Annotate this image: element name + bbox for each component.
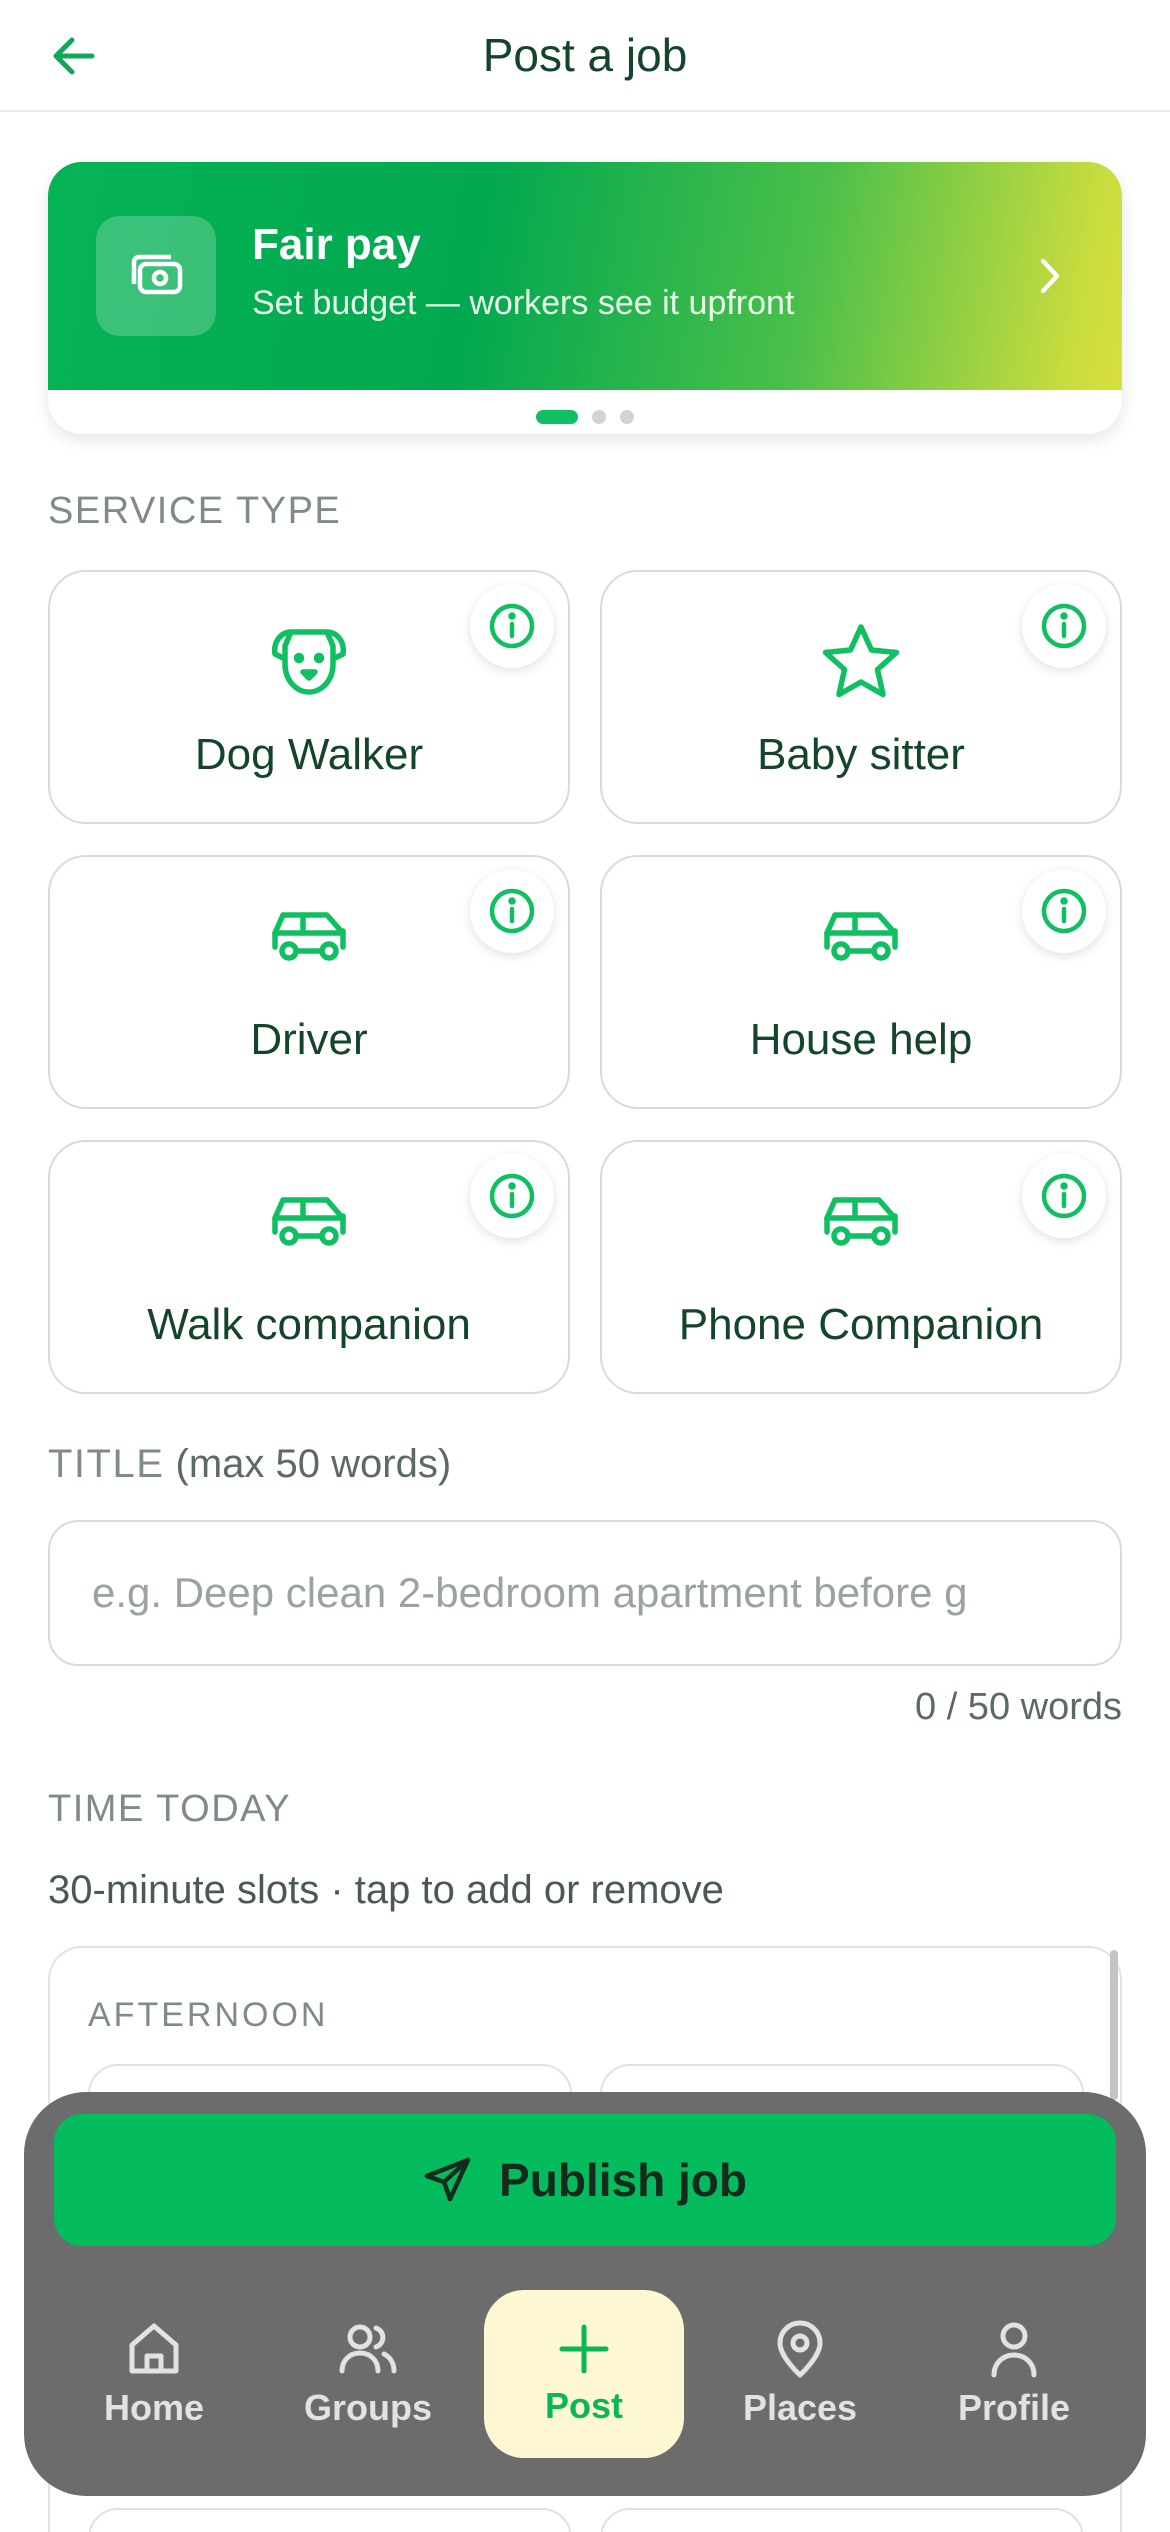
service-option-dog-walker[interactable]: Dog Walker	[48, 570, 570, 824]
title-label-hint: (max 50 words)	[175, 1442, 452, 1486]
service-label: Driver	[250, 1015, 368, 1064]
slot-group-title: AFTERNOON	[88, 1996, 329, 2034]
service-label: Walk companion	[147, 1300, 471, 1349]
nav-item-label: Home	[103, 2387, 205, 2428]
promo-carousel[interactable]: Fair pay Set budget — workers see it upf…	[48, 162, 1122, 434]
info-button[interactable]	[470, 869, 554, 953]
nav-item-home[interactable]: Home	[54, 2290, 254, 2458]
map-pin-icon	[777, 2320, 823, 2378]
chevron-right-icon[interactable]	[1030, 254, 1070, 298]
groups-icon	[339, 2324, 397, 2374]
service-label: Baby sitter	[757, 730, 965, 779]
title-label-text: TITLE	[48, 1442, 165, 1486]
carousel-dot-active[interactable]	[536, 410, 578, 424]
info-icon	[489, 603, 535, 649]
app-header: Post a job	[0, 0, 1170, 112]
nav-item-label: Places	[742, 2387, 858, 2428]
carousel-dot[interactable]	[620, 410, 634, 424]
info-button[interactable]	[1022, 869, 1106, 953]
title-input[interactable]	[48, 1520, 1122, 1666]
service-label: House help	[749, 1015, 973, 1064]
info-icon	[1041, 1173, 1087, 1219]
time-today-subtitle: 30-minute slots · tap to add or remove	[48, 1868, 724, 1912]
service-option-house-help[interactable]: House help	[600, 855, 1122, 1109]
info-button[interactable]	[1022, 1154, 1106, 1238]
info-button[interactable]	[470, 1154, 554, 1238]
bottom-nav: Home Groups Post Places Profile	[24, 2290, 1146, 2458]
nav-item-groups[interactable]: Groups	[268, 2290, 468, 2458]
page-title: Post a job	[482, 29, 688, 81]
info-icon	[1041, 888, 1087, 934]
word-counter: 0 / 50 words	[915, 1686, 1122, 1728]
info-icon	[489, 1173, 535, 1219]
service-option-walk-companion[interactable]: Walk companion	[48, 1140, 570, 1394]
nav-item-label: Post	[544, 2385, 623, 2426]
nav-item-places[interactable]: Places	[700, 2290, 900, 2458]
nav-item-post[interactable]: Post	[484, 2290, 684, 2458]
publish-job-button[interactable]: Publish job	[54, 2114, 1116, 2246]
banner-title: Fair pay	[252, 220, 421, 269]
info-button[interactable]	[470, 584, 554, 668]
nav-item-profile[interactable]: Profile	[914, 2290, 1114, 2458]
info-icon	[1041, 603, 1087, 649]
user-icon	[991, 2322, 1037, 2378]
publish-job-label: Publish job	[499, 2154, 747, 2206]
info-button[interactable]	[1022, 584, 1106, 668]
home-icon	[129, 2323, 179, 2374]
plus-icon	[559, 2324, 609, 2374]
carousel-dots	[48, 410, 1122, 424]
bottom-action-panel: Publish job Home Groups Post Places Prof…	[24, 2092, 1146, 2496]
info-icon	[489, 888, 535, 934]
service-label: Phone Companion	[678, 1300, 1044, 1349]
time-slot[interactable]	[88, 2508, 572, 2532]
send-icon	[424, 2157, 471, 2202]
promo-banner-fair-pay[interactable]: Fair pay Set budget — workers see it upf…	[48, 162, 1122, 390]
slots-scrollbar[interactable]	[1110, 1950, 1118, 2100]
time-slot[interactable]	[600, 2508, 1084, 2532]
service-option-baby-sitter[interactable]: Baby sitter	[600, 570, 1122, 824]
carousel-dot[interactable]	[592, 410, 606, 424]
service-option-phone-companion[interactable]: Phone Companion	[600, 1140, 1122, 1394]
nav-item-label: Profile	[957, 2387, 1071, 2428]
title-field-label: TITLE (max 50 words)	[48, 1442, 451, 1487]
service-type-label: SERVICE TYPE	[48, 490, 342, 532]
cash-icon	[96, 216, 216, 336]
banner-subtitle: Set budget — workers see it upfront	[252, 284, 795, 322]
nav-item-label: Groups	[303, 2387, 432, 2428]
service-label: Dog Walker	[194, 730, 424, 779]
time-today-label: TIME TODAY	[48, 1788, 292, 1830]
service-option-driver[interactable]: Driver	[48, 855, 570, 1109]
